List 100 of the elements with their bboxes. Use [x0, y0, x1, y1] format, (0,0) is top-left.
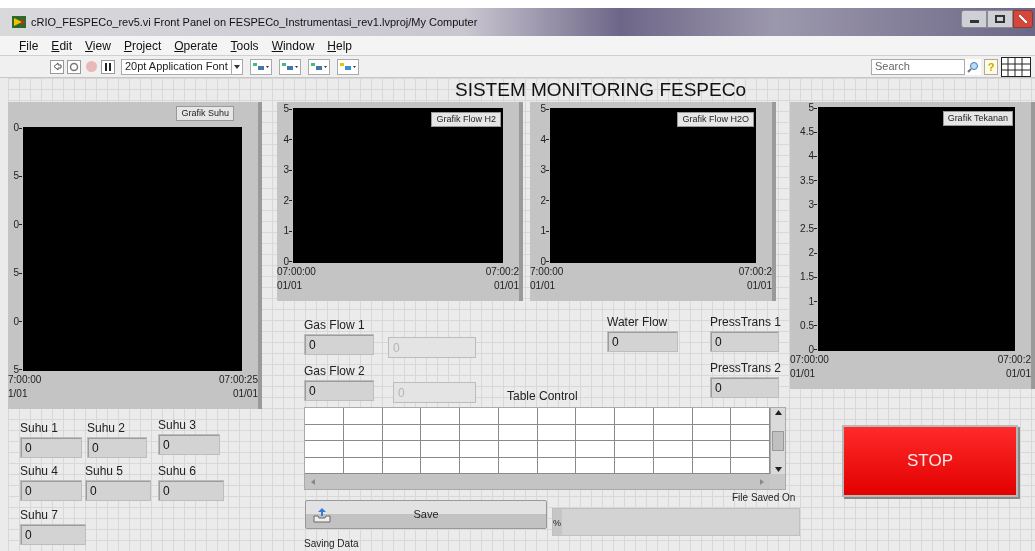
indicator-label: Suhu 3 — [158, 417, 198, 434]
vertical-scrollbar[interactable] — [770, 408, 785, 474]
horizontal-scrollbar[interactable] — [305, 474, 770, 489]
indicator-label: Water Flow — [607, 314, 669, 331]
scroll-down-icon[interactable] — [773, 465, 783, 474]
table-cell[interactable] — [343, 441, 383, 458]
axis-tick-label: 0 — [283, 256, 289, 267]
table-cell[interactable] — [460, 424, 499, 441]
axis-tick-label: 1 — [540, 226, 546, 237]
table-cell[interactable] — [305, 441, 344, 458]
table-cell[interactable] — [421, 408, 460, 425]
stop-button[interactable]: STOP — [842, 425, 1018, 497]
run-continuously-icon[interactable] — [67, 59, 81, 74]
table-cell[interactable] — [382, 408, 422, 425]
time-axis-label: 7:00:00 — [8, 373, 42, 387]
table-cell[interactable] — [576, 408, 615, 425]
reorder-icon[interactable] — [336, 58, 359, 75]
time-axis-label: 07:00:25 — [219, 373, 258, 387]
axis-tick-label: 0 — [808, 344, 814, 355]
chart-title: Grafik Suhu — [176, 106, 234, 121]
table-cell[interactable] — [421, 424, 460, 441]
time-axis-label: 07:00:00 — [277, 265, 316, 279]
chart-title: Grafik Flow H2 — [431, 112, 501, 127]
table-cell[interactable] — [498, 441, 538, 458]
axis-tick-label: 2 — [808, 248, 814, 259]
axis-tick-label: 5 — [283, 104, 289, 114]
table-cell[interactable] — [460, 441, 499, 458]
align-objects-icon[interactable] — [249, 58, 272, 75]
menu-item[interactable]: Edit — [51, 36, 73, 55]
table-cell[interactable] — [537, 408, 577, 425]
table-cell[interactable] — [576, 441, 615, 458]
table-cell[interactable] — [653, 441, 693, 458]
numeric-indicator: 0 — [710, 331, 779, 352]
axis-tick-label: 4 — [283, 134, 289, 145]
connector-pane-icon[interactable] — [1001, 56, 1031, 77]
time-axis-label: 07:00:2 — [485, 265, 519, 279]
axis-tick-label: 1 — [808, 296, 814, 307]
search-field[interactable]: Search — [871, 58, 965, 75]
date-axis-label: 01/01 — [530, 279, 556, 293]
table-cell[interactable] — [382, 441, 422, 458]
axis-tick-label: 3 — [283, 165, 289, 176]
font-dropdown[interactable]: 20pt Application Font — [121, 58, 243, 75]
table-cell[interactable] — [653, 424, 693, 441]
table-cell[interactable] — [615, 424, 654, 441]
run-arrow-icon[interactable] — [50, 59, 64, 74]
file-path-field[interactable]: % — [552, 508, 800, 536]
table-cell[interactable] — [537, 424, 577, 441]
table-cell[interactable] — [460, 408, 499, 425]
table-cell[interactable] — [498, 408, 538, 425]
menu-item[interactable]: Operate — [174, 36, 218, 55]
menu-item[interactable]: Tools — [230, 36, 259, 55]
table-cell[interactable] — [305, 408, 344, 425]
scroll-left-icon[interactable] — [309, 477, 317, 486]
indicator-label: Gas Flow 1 — [304, 317, 366, 334]
table-cell[interactable] — [615, 441, 654, 458]
date-axis-label: 01/01 — [232, 387, 258, 401]
axis-tick-label: 5 — [13, 171, 19, 182]
close-button[interactable] — [1013, 10, 1033, 28]
scroll-right-icon[interactable] — [758, 477, 766, 486]
axis-tick-label: 2.5 — [800, 223, 814, 234]
table-cell[interactable] — [305, 424, 344, 441]
chart-title: Grafik Flow H2O — [677, 112, 754, 127]
table-cell[interactable] — [576, 424, 615, 441]
axis-tick-label: 3.5 — [800, 175, 814, 186]
table-cell[interactable] — [615, 408, 654, 425]
table-cell[interactable] — [537, 441, 577, 458]
resize-objects-icon[interactable] — [307, 58, 330, 75]
menu-item[interactable]: Project — [123, 36, 162, 55]
menu-item[interactable]: Help — [327, 36, 352, 55]
indicator-label: Suhu 7 — [20, 507, 60, 524]
numeric-indicator: 0 — [87, 437, 147, 458]
indicator-label: Suhu 5 — [85, 463, 125, 480]
numeric-indicator: 0 — [20, 437, 82, 458]
scroll-up-icon[interactable] — [773, 408, 783, 417]
date-axis-label: 1/01 — [8, 387, 28, 401]
table-cell[interactable] — [498, 424, 538, 441]
axis-tick-label: 3 — [540, 165, 546, 176]
table-cell[interactable] — [382, 424, 422, 441]
table-cell[interactable] — [653, 408, 693, 425]
save-button[interactable]: Save — [305, 500, 547, 529]
pause-icon[interactable] — [101, 59, 115, 74]
distribute-objects-icon[interactable] — [278, 58, 301, 75]
numeric-indicator: 0 — [710, 377, 779, 398]
axis-tick-label: 5 — [540, 104, 546, 114]
menu-item[interactable]: View — [85, 36, 111, 55]
axis-tick-label: 0 — [13, 219, 19, 230]
menu-item[interactable]: Window — [271, 36, 315, 55]
table-cell[interactable] — [692, 441, 732, 458]
minimize-button[interactable] — [961, 10, 987, 28]
table-cell[interactable] — [692, 424, 732, 441]
menu-item[interactable]: File — [19, 36, 39, 55]
indicator-label: Suhu 4 — [20, 463, 60, 480]
table-cell[interactable] — [343, 424, 383, 441]
table-cell[interactable] — [692, 408, 732, 425]
file-path-label: File Saved On — [732, 491, 796, 504]
search-icon[interactable] — [967, 60, 979, 73]
table-cell[interactable] — [343, 408, 383, 425]
axis-tick-label: 1 — [283, 226, 289, 237]
table-cell[interactable] — [421, 441, 460, 458]
maximize-button[interactable] — [987, 10, 1013, 28]
